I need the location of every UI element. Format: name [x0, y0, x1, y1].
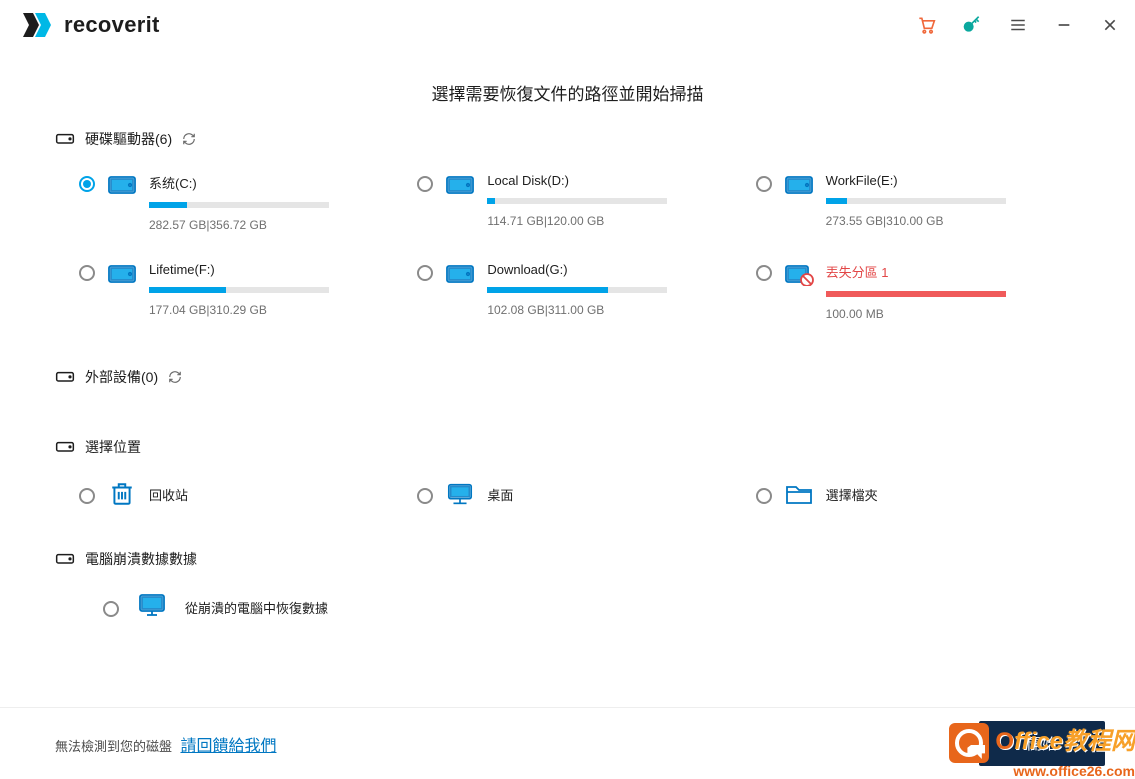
- drive-size: 177.04 GB|310.29 GB: [149, 303, 393, 317]
- refresh-icon[interactable]: [182, 132, 196, 146]
- computer-icon: [137, 593, 167, 622]
- usage-bar: [826, 291, 1006, 297]
- drives-header: 硬碟驅動器(6): [55, 129, 1080, 149]
- drives-label: 硬碟驅動器(6): [85, 129, 172, 149]
- crash-item-label: 從崩潰的電腦中恢復數據: [185, 598, 328, 617]
- crash-grid: 從崩潰的電腦中恢復數據: [55, 593, 1080, 622]
- drives-grid: 系统(C:) 282.57 GB|356.72 GB Local Disk(D:) 1…: [55, 173, 1080, 321]
- radio-button[interactable]: [79, 488, 95, 504]
- crash-header: 電腦崩潰數據數據: [55, 549, 1080, 569]
- drive-item[interactable]: Lifetime(F:) 177.04 GB|310.29 GB: [79, 262, 393, 321]
- hdd-icon: [445, 262, 475, 286]
- locations-section: 選擇位置 回收站 桌面 選擇檔夾: [55, 437, 1080, 541]
- crash-section-icon: [55, 550, 75, 569]
- hdd-icon: [107, 173, 137, 197]
- feedback-link[interactable]: 請回饋給我們: [180, 738, 276, 755]
- drive-size: 102.08 GB|311.00 GB: [487, 303, 731, 317]
- drive-name: Download(G:): [487, 262, 731, 277]
- radio-button[interactable]: [79, 176, 95, 192]
- location-label: 桌面: [487, 485, 513, 504]
- radio-button[interactable]: [103, 601, 119, 617]
- location-section-icon: [55, 438, 75, 457]
- hdd-icon: [445, 173, 475, 197]
- titlebar-controls: [915, 14, 1121, 36]
- trash-icon: [107, 481, 137, 507]
- radio-button[interactable]: [756, 265, 772, 281]
- drive-name: 丟失分區 1: [826, 262, 1070, 281]
- radio-button[interactable]: [417, 488, 433, 504]
- drive-item[interactable]: Local Disk(D:) 114.71 GB|120.00 GB: [417, 173, 731, 232]
- app-window: recoverit 選擇需要恢復文件的路徑並開始掃描: [0, 0, 1135, 779]
- locations-header: 選擇位置: [55, 437, 1080, 457]
- external-section-icon: [55, 368, 75, 387]
- page-title: 選擇需要恢復文件的路徑並開始掃描: [55, 80, 1080, 105]
- main-content: 選擇需要恢復文件的路徑並開始掃描 硬碟驅動器(6) 系统(C:) 282.57 G…: [0, 50, 1135, 707]
- drive-name: Local Disk(D:): [487, 173, 731, 188]
- titlebar: recoverit: [0, 0, 1135, 50]
- usage-bar: [826, 198, 1006, 204]
- key-icon[interactable]: [961, 14, 983, 36]
- hdd-icon: [784, 262, 814, 286]
- close-button[interactable]: [1099, 14, 1121, 36]
- location-item[interactable]: 桌面: [417, 481, 731, 507]
- drive-name: 系统(C:): [149, 173, 393, 192]
- logo-icon: [22, 12, 56, 38]
- drive-size: 273.55 GB|310.00 GB: [826, 214, 1070, 228]
- menu-icon[interactable]: [1007, 14, 1029, 36]
- radio-button[interactable]: [756, 488, 772, 504]
- location-item[interactable]: 選擇檔夾: [756, 481, 1070, 507]
- location-label: 選擇檔夾: [826, 485, 878, 504]
- drives-section: 硬碟驅動器(6) 系统(C:) 282.57 GB|356.72 GB Local …: [55, 129, 1080, 359]
- crash-label: 電腦崩潰數據數據: [85, 549, 197, 569]
- cart-icon[interactable]: [915, 14, 937, 36]
- radio-button[interactable]: [417, 265, 433, 281]
- drive-item[interactable]: WorkFile(E:) 273.55 GB|310.00 GB: [756, 173, 1070, 232]
- locations-grid: 回收站 桌面 選擇檔夾: [55, 481, 1080, 507]
- external-label: 外部設備(0): [85, 367, 158, 387]
- radio-button[interactable]: [79, 265, 95, 281]
- footer-message: 無法檢測到您的磁盤 請回饋給我們: [55, 732, 276, 756]
- drive-size: 100.00 MB: [826, 307, 1070, 321]
- drive-section-icon: [55, 130, 75, 149]
- usage-bar: [149, 202, 329, 208]
- external-header: 外部設備(0): [55, 367, 1080, 387]
- drive-item[interactable]: 丟失分區 1 100.00 MB: [756, 262, 1070, 321]
- drive-item[interactable]: Download(G:) 102.08 GB|311.00 GB: [417, 262, 731, 321]
- crash-item[interactable]: 從崩潰的電腦中恢復數據: [103, 593, 1070, 622]
- usage-bar: [149, 287, 329, 293]
- refresh-icon[interactable]: [168, 370, 182, 384]
- drive-name: WorkFile(E:): [826, 173, 1070, 188]
- minimize-button[interactable]: [1053, 14, 1075, 36]
- usage-bar: [487, 287, 667, 293]
- usage-bar: [487, 198, 667, 204]
- hdd-icon: [107, 262, 137, 286]
- footer-text: 無法檢測到您的磁盤: [55, 739, 172, 754]
- app-name: recoverit: [64, 12, 160, 38]
- location-label: 回收站: [149, 485, 188, 504]
- location-item[interactable]: 回收站: [79, 481, 393, 507]
- drive-size: 114.71 GB|120.00 GB: [487, 214, 731, 228]
- radio-button[interactable]: [756, 176, 772, 192]
- drive-name: Lifetime(F:): [149, 262, 393, 277]
- drive-size: 282.57 GB|356.72 GB: [149, 218, 393, 232]
- drive-item[interactable]: 系统(C:) 282.57 GB|356.72 GB: [79, 173, 393, 232]
- hdd-icon: [784, 173, 814, 197]
- footer: 無法檢測到您的磁盤 請回饋給我們 開始 Office教程网 www.office…: [0, 707, 1135, 779]
- start-button[interactable]: 開始: [979, 721, 1105, 766]
- external-section: 外部設備(0): [55, 367, 1080, 429]
- desktop-icon: [445, 482, 475, 506]
- locations-label: 選擇位置: [85, 437, 141, 457]
- crash-section: 電腦崩潰數據數據 從崩潰的電腦中恢復數據: [55, 549, 1080, 622]
- folder-icon: [784, 483, 814, 505]
- app-logo: recoverit: [22, 12, 160, 38]
- radio-button[interactable]: [417, 176, 433, 192]
